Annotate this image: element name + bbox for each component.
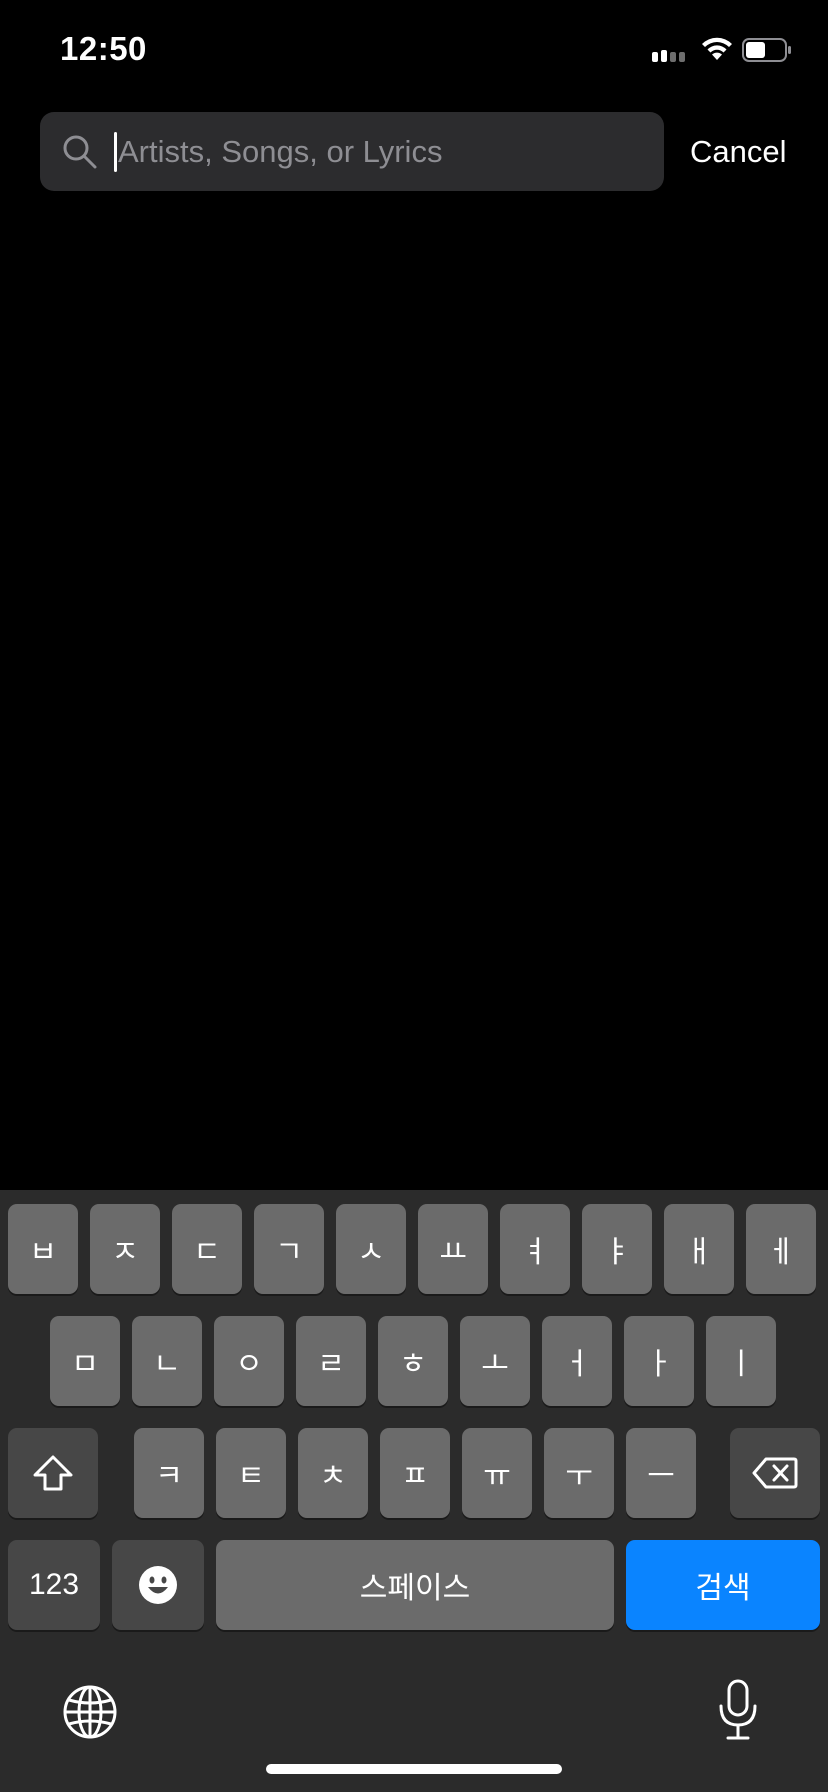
key[interactable]: ㅏ — [624, 1316, 694, 1406]
status-bar: 12:50 — [0, 0, 828, 100]
shift-icon — [33, 1455, 73, 1491]
key-label: ㅎ — [399, 1347, 427, 1382]
shift-key[interactable] — [8, 1428, 98, 1518]
key[interactable]: ㅊ — [298, 1428, 368, 1518]
key[interactable]: ㅂ — [8, 1204, 78, 1294]
key[interactable]: ㅑ — [582, 1204, 652, 1294]
key[interactable]: ㅠ — [462, 1428, 532, 1518]
delete-key[interactable] — [730, 1428, 820, 1518]
cellular-signal-icon — [652, 50, 685, 62]
key-label: ㅑ — [603, 1235, 631, 1270]
key-label: ㅣ — [727, 1347, 755, 1382]
key-label: ㅊ — [319, 1459, 347, 1494]
key-label: ㅁ — [71, 1347, 99, 1382]
cancel-button[interactable]: Cancel — [690, 134, 787, 170]
key-label: ㄴ — [153, 1347, 181, 1382]
key-label: ㅇ — [235, 1347, 263, 1382]
key-label: ㅏ — [645, 1347, 673, 1382]
status-time: 12:50 — [60, 30, 147, 67]
key[interactable]: ㅐ — [664, 1204, 734, 1294]
key-label: ㅜ — [565, 1459, 593, 1494]
key-label: ㅕ — [521, 1235, 549, 1270]
search-input[interactable] — [114, 112, 648, 191]
key-label: ㅗ — [481, 1347, 509, 1382]
wifi-icon — [702, 37, 732, 60]
space-key-label: 스페이스 — [359, 1571, 471, 1606]
key-label: ㅋ — [155, 1459, 183, 1494]
microphone-icon[interactable] — [714, 1678, 762, 1742]
key[interactable]: ㄴ — [132, 1316, 202, 1406]
key[interactable]: ㅛ — [418, 1204, 488, 1294]
key[interactable]: ㅜ — [544, 1428, 614, 1518]
key-label: ㅅ — [357, 1235, 385, 1270]
key[interactable]: ㅎ — [378, 1316, 448, 1406]
emoji-icon — [139, 1566, 177, 1604]
key-label: ㄱ — [275, 1235, 303, 1270]
key-label: ㄹ — [317, 1347, 345, 1382]
key-label: ㅠ — [483, 1459, 511, 1494]
globe-icon[interactable] — [62, 1684, 118, 1740]
search-field[interactable] — [40, 112, 664, 191]
key[interactable]: ㅗ — [460, 1316, 530, 1406]
keyboard: ㅂ ㅈ ㄷ ㄱ ㅅ ㅛ ㅕ ㅑ ㅐ ㅔ ㅁ ㄴ ㅇ ㄹ ㅎ ㅗ ㅓ ㅏ ㅣ ㅋ ㅌ ㅊ ㅍ ㅠ ㅜ ㅡ 123 스페이스 검색 — [0, 1190, 828, 1792]
key-label: ㅂ — [29, 1235, 57, 1270]
numbers-key-label: 123 — [28, 1568, 80, 1601]
key[interactable]: ㄱ — [254, 1204, 324, 1294]
key[interactable]: ㅣ — [706, 1316, 776, 1406]
search-key[interactable]: 검색 — [626, 1540, 820, 1630]
text-cursor — [114, 132, 117, 172]
key[interactable]: ㅈ — [90, 1204, 160, 1294]
key[interactable]: ㄹ — [296, 1316, 366, 1406]
key-label: ㅡ — [647, 1459, 675, 1494]
key[interactable]: ㄷ — [172, 1204, 242, 1294]
numbers-key[interactable]: 123 — [8, 1540, 100, 1630]
key[interactable]: ㅋ — [134, 1428, 204, 1518]
key[interactable]: ㅕ — [500, 1204, 570, 1294]
search-icon — [63, 135, 97, 169]
key[interactable]: ㅌ — [216, 1428, 286, 1518]
key-label: ㅍ — [401, 1459, 429, 1494]
key[interactable]: ㅓ — [542, 1316, 612, 1406]
delete-icon — [752, 1457, 798, 1489]
key-label: ㅛ — [439, 1235, 467, 1270]
key-label: ㅈ — [111, 1235, 139, 1270]
key-label: ㅔ — [767, 1235, 795, 1270]
key[interactable]: ㅍ — [380, 1428, 450, 1518]
key[interactable]: ㅁ — [50, 1316, 120, 1406]
battery-icon — [742, 38, 791, 62]
key-label: ㅐ — [685, 1235, 713, 1270]
key[interactable]: ㅔ — [746, 1204, 816, 1294]
key[interactable]: ㅡ — [626, 1428, 696, 1518]
search-key-label: 검색 — [695, 1571, 751, 1606]
key[interactable]: ㅅ — [336, 1204, 406, 1294]
emoji-key[interactable] — [112, 1540, 204, 1630]
home-indicator — [266, 1764, 562, 1774]
key-label: ㅌ — [237, 1459, 265, 1494]
key[interactable]: ㅇ — [214, 1316, 284, 1406]
space-key[interactable]: 스페이스 — [216, 1540, 614, 1630]
key-label: ㅓ — [563, 1347, 591, 1382]
key-label: ㄷ — [193, 1235, 221, 1270]
battery-fill — [746, 42, 765, 58]
